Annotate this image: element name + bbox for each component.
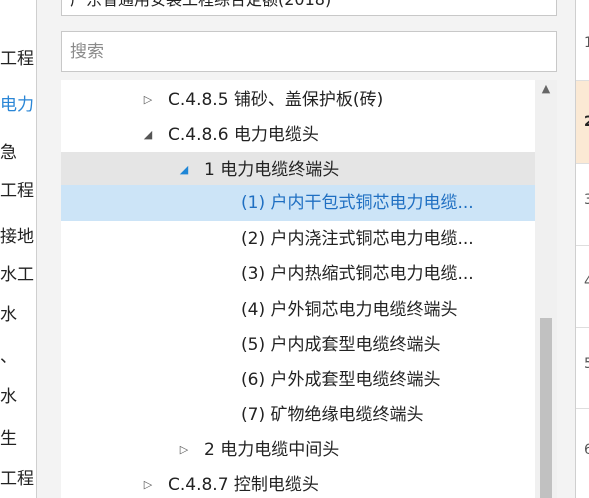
divider — [576, 327, 589, 328]
tree-node[interactable]: (4) 户外铜芯电力电缆终端头 — [61, 292, 535, 328]
tree-node[interactable]: (6) 户外成套型电缆终端头 — [61, 362, 535, 398]
tree-node-label: (7) 矿物绝缘电缆终端头 — [241, 405, 424, 425]
expand-arrow-icon[interactable]: ▷ — [176, 432, 192, 468]
tree-node-selected[interactable]: (1) 户内干包式铜芯电力电缆... — [61, 185, 535, 221]
divider — [576, 245, 589, 246]
left-list-item[interactable]: 水工 — [0, 260, 36, 290]
search-input[interactable] — [62, 32, 556, 71]
left-list-item[interactable]: 工程 — [0, 176, 36, 206]
row-number: 4 — [576, 274, 589, 290]
scrollbar-thumb[interactable] — [540, 318, 552, 498]
left-list-item[interactable]: 工程 — [0, 464, 36, 494]
divider — [576, 163, 589, 164]
left-list-item[interactable]: 水 — [0, 382, 36, 412]
tree-node-label: C.4.8.6 电力电缆头 — [168, 125, 319, 145]
left-list-item[interactable]: 工程 — [0, 44, 36, 74]
left-list-item[interactable]: 急 — [0, 138, 36, 168]
row-number: 3 — [576, 192, 589, 208]
tree-node[interactable]: ◢ 1 电力电缆终端头 — [61, 152, 535, 188]
tree-node[interactable]: ▷ 2 电力电缆中间头 — [61, 432, 535, 468]
tree-node-label: (1) 户内干包式铜芯电力电缆... — [241, 193, 474, 213]
tree-scrollbar[interactable]: ▲ — [535, 80, 557, 498]
quota-library-field[interactable]: 广东省通用安装工程综合定额(2018) — [61, 0, 557, 16]
tree-node[interactable]: (5) 户内成套型电缆终端头 — [61, 327, 535, 363]
tree-node[interactable]: (3) 户内热缩式铜芯电力电缆... — [61, 256, 535, 292]
tree-node[interactable]: ◢ C.4.8.6 电力电缆头 — [61, 117, 535, 153]
tree-node-label: (5) 户内成套型电缆终端头 — [241, 335, 441, 355]
left-list-item[interactable]: 、 — [0, 342, 36, 372]
row-number: 5 — [576, 356, 589, 372]
tree-node[interactable]: (7) 矿物绝缘电缆终端头 — [61, 397, 535, 433]
tree-node-label: C.4.8.7 控制电缆头 — [168, 475, 319, 495]
collapse-arrow-icon[interactable]: ◢ — [176, 152, 192, 188]
search-box[interactable] — [61, 31, 557, 72]
tree-node[interactable]: (2) 户内浇注式铜芯电力电缆... — [61, 221, 535, 257]
row-number: 6 — [576, 442, 589, 458]
collapse-arrow-icon[interactable]: ◢ — [140, 117, 156, 153]
tree-node-label: (6) 户外成套型电缆终端头 — [241, 370, 441, 390]
right-row-numbers: 1 2 3 4 5 6 — [575, 0, 589, 498]
left-list-item[interactable]: 接地 — [0, 222, 36, 252]
tree-node-label: 1 电力电缆终端头 — [204, 160, 340, 180]
tree-node[interactable]: ▷ C.4.8.7 控制电缆头 — [61, 467, 535, 498]
tree-node-label: (4) 户外铜芯电力电缆终端头 — [241, 300, 458, 320]
tree-node-label: 2 电力电缆中间头 — [204, 440, 340, 460]
left-list-item[interactable]: 水 — [0, 300, 36, 330]
tree-node-label: C.4.8.5 铺砂、盖保护板(砖) — [168, 90, 384, 110]
tree-node[interactable]: ▷ C.4.8.5 铺砂、盖保护板(砖) — [61, 82, 535, 118]
tree-node-label: (2) 户内浇注式铜芯电力电缆... — [241, 229, 474, 249]
left-list-item[interactable]: 生 — [0, 424, 36, 454]
chapter-tree: ▷ C.4.8.5 铺砂、盖保护板(砖) ◢ C.4.8.6 电力电缆头 ◢ 1… — [61, 80, 535, 498]
expand-arrow-icon[interactable]: ▷ — [140, 82, 156, 118]
divider — [576, 408, 589, 409]
row-number: 1 — [576, 35, 589, 51]
row-number: 2 — [576, 81, 589, 163]
expand-arrow-icon[interactable]: ▷ — [140, 467, 156, 498]
tree-node-label: (3) 户内热缩式铜芯电力电缆... — [241, 264, 474, 284]
scroll-up-arrow-icon[interactable]: ▲ — [535, 82, 557, 96]
left-list-item[interactable]: 电力 — [0, 90, 36, 120]
left-list: 工程 电力 急 工程 接地 水工 水 、 水 生 工程 — [0, 0, 36, 498]
